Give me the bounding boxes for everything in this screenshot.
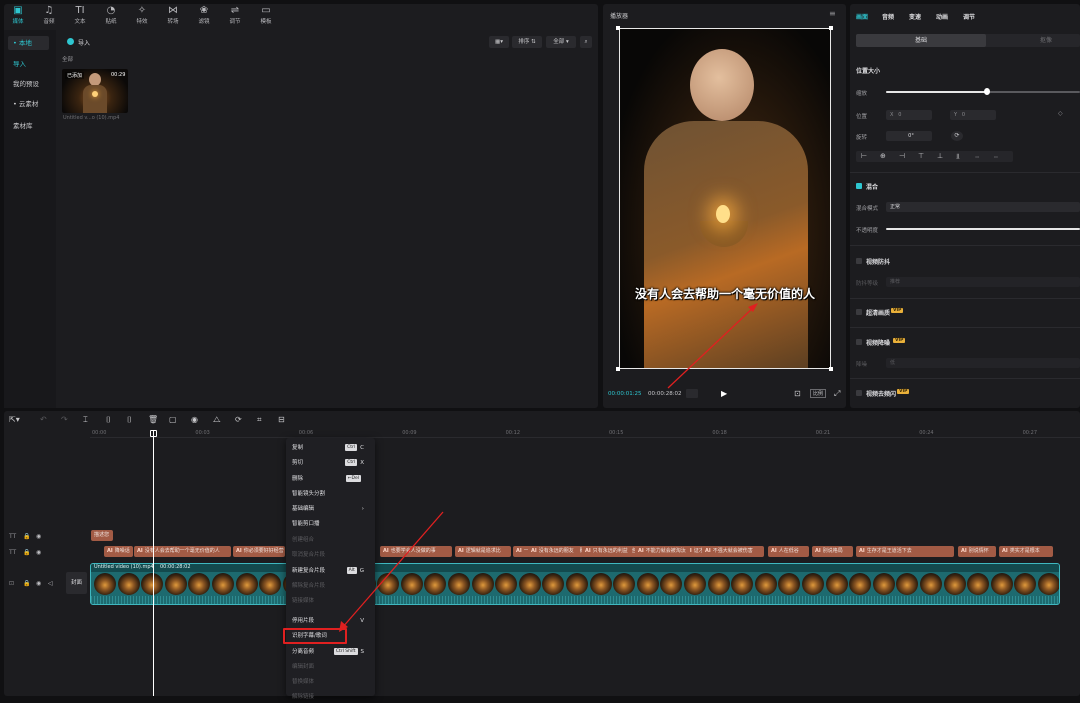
annotation-arrows [339, 303, 758, 632]
arrow-to-subtitle [667, 305, 756, 389]
arrow-to-menu [341, 511, 444, 629]
